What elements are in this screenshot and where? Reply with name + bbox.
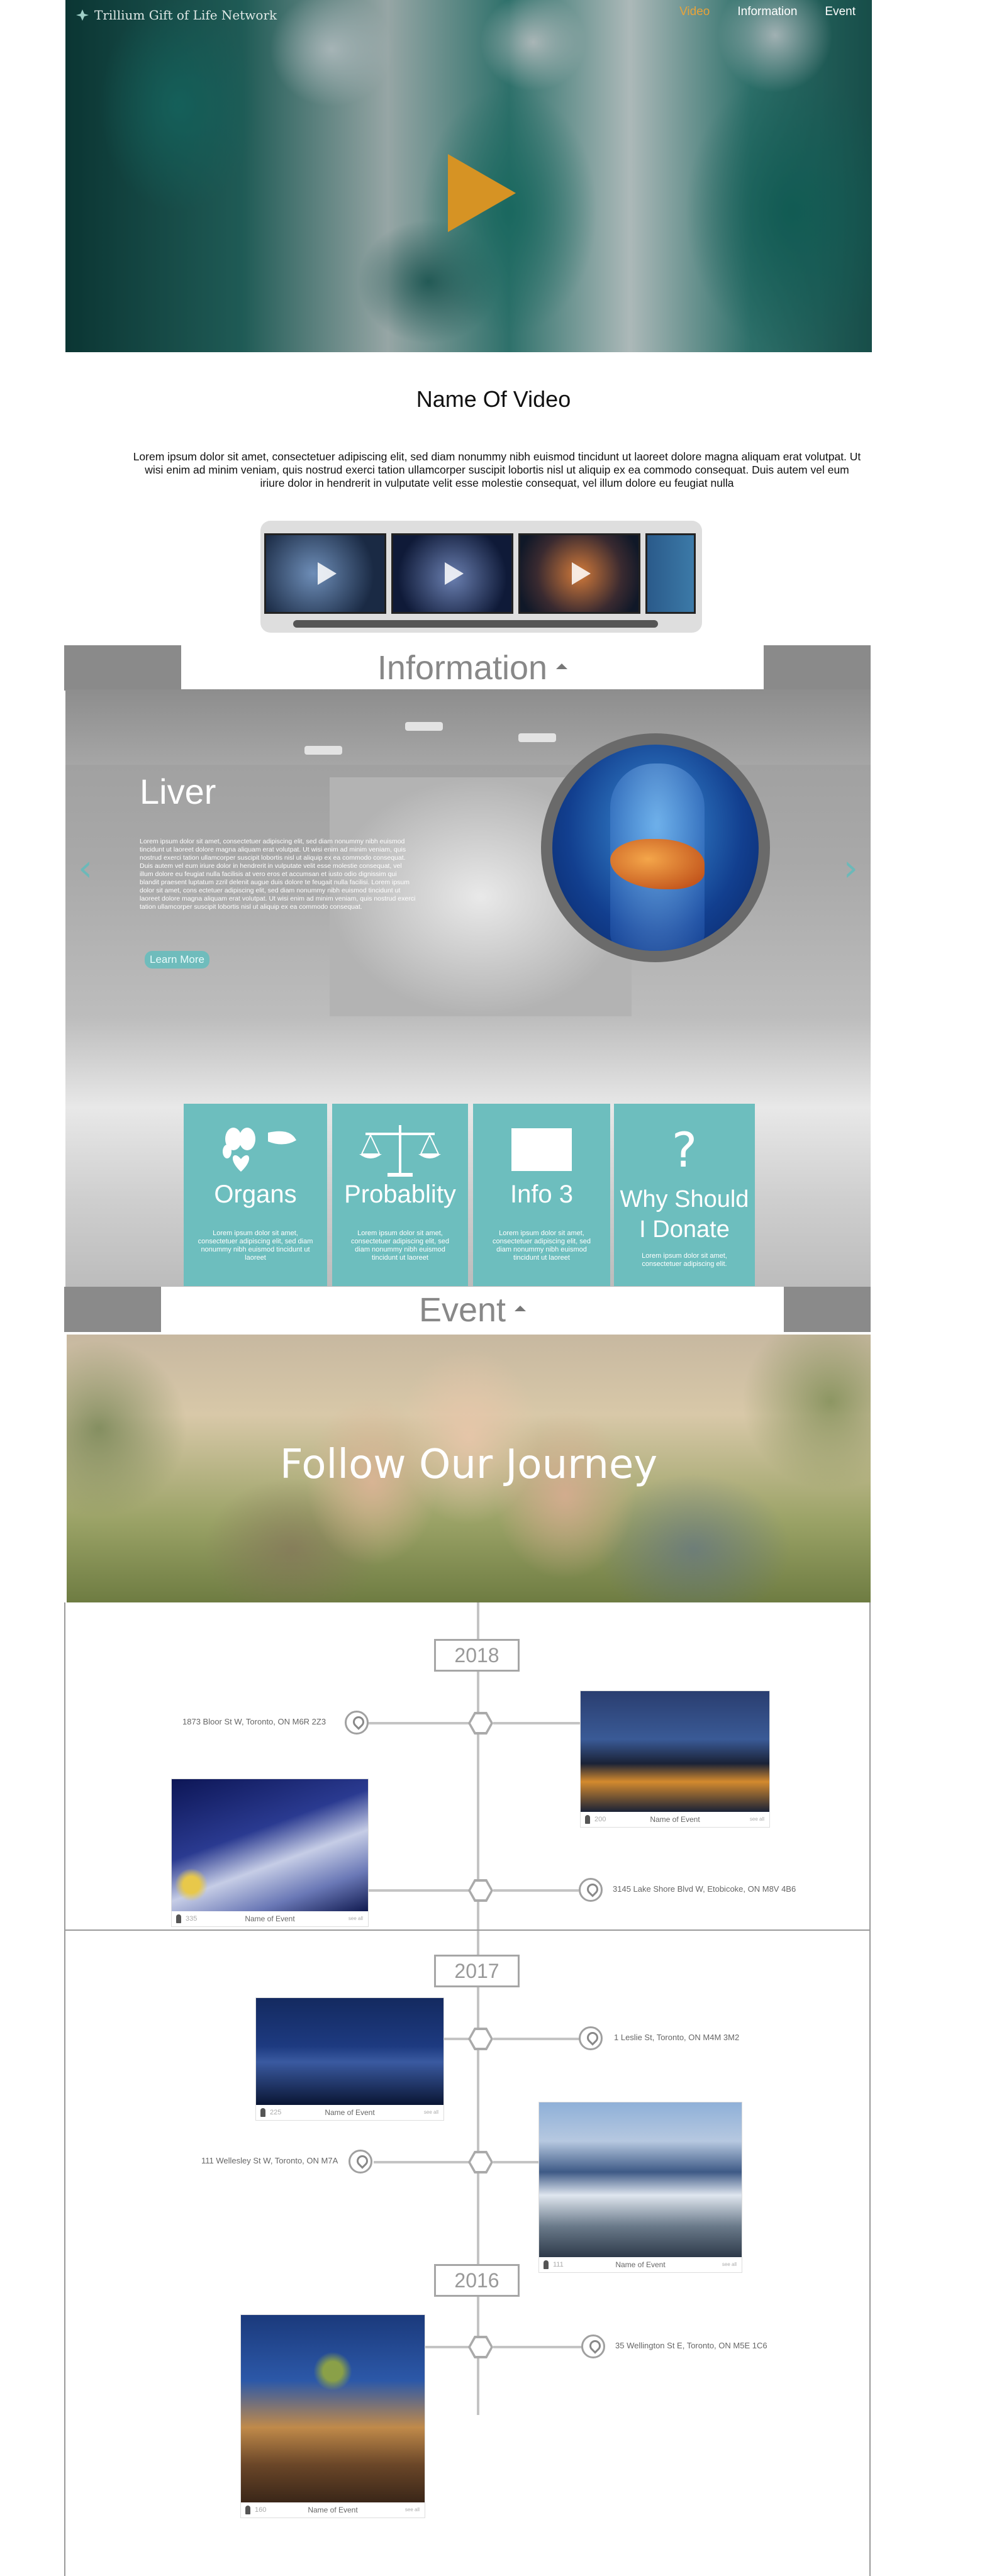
- card-text: Lorem ipsum dolor sit amet, consectetuer…: [351, 1230, 449, 1262]
- location-pin-icon[interactable]: [349, 2150, 372, 2174]
- event-image: [539, 2102, 742, 2257]
- event-image: [581, 1691, 769, 1812]
- event-card[interactable]: 160 Name of Event see all: [240, 2314, 425, 2518]
- card-title: Why Should I Donate: [620, 1186, 749, 1243]
- card-text: Lorem ipsum dolor sit amet, consectetuer…: [493, 1230, 591, 1262]
- card-info-3[interactable]: Info 3 Lorem ipsum dolor sit amet, conse…: [473, 1104, 610, 1286]
- nav-information[interactable]: Information: [737, 5, 797, 19]
- learn-more-button[interactable]: Learn More: [145, 951, 209, 969]
- trillium-logo-icon: [76, 9, 89, 21]
- brand-name: Trillium Gift of Life Network: [94, 8, 277, 23]
- organs-icon: [184, 1121, 327, 1178]
- event-name: Name of Event: [615, 2260, 666, 2269]
- card-text: Lorem ipsum dolor sit amet, consectetuer…: [642, 1252, 727, 1268]
- nav-video[interactable]: Video: [679, 5, 710, 19]
- event-address: 35 Wellington St E, Toronto, ON M5E 1C6: [615, 2341, 767, 2350]
- carousel-prev-icon[interactable]: ‹: [78, 847, 92, 889]
- organ-image: [541, 733, 770, 962]
- location-pin-icon[interactable]: [579, 1878, 603, 1902]
- play-icon[interactable]: [448, 154, 516, 232]
- event-address: 1873 Bloor St W, Toronto, ON M6R 2Z3: [182, 1717, 326, 1726]
- event-image: [172, 1779, 368, 1911]
- card-text: Lorem ipsum dolor sit amet, consectetuer…: [198, 1230, 313, 1262]
- event-address: 1 Leslie St, Toronto, ON M4M 3M2: [614, 2033, 740, 2042]
- event-card[interactable]: 335 Name of Event see all: [171, 1779, 369, 1927]
- card-probablity[interactable]: Probablity Lorem ipsum dolor sit amet, c…: [332, 1104, 468, 1286]
- video-player[interactable]: Trillium Gift of Life Network Video Info…: [65, 0, 872, 352]
- journey-banner: Follow Our Journey: [67, 1335, 871, 1602]
- year-badge: 2017: [434, 1955, 520, 1987]
- card-title: Probablity: [344, 1180, 456, 1208]
- event-heading[interactable]: Event: [161, 1287, 784, 1332]
- placeholder-icon: [473, 1121, 610, 1178]
- event-address: 111 Wellesley St W, Toronto, ON M7A: [201, 2156, 338, 2165]
- location-pin-icon[interactable]: [345, 1711, 369, 1735]
- caret-up-icon: [515, 1306, 527, 1312]
- video-thumbnail[interactable]: [264, 533, 386, 614]
- video-thumbnail-strip[interactable]: [260, 521, 702, 633]
- card-organs[interactable]: Organs Lorem ipsum dolor sit amet, conse…: [184, 1104, 327, 1286]
- carousel-next-icon[interactable]: ›: [844, 847, 858, 889]
- scales-icon: [332, 1121, 468, 1178]
- brand[interactable]: Trillium Gift of Life Network: [75, 8, 277, 23]
- thumbnail-scrollbar[interactable]: [293, 620, 658, 628]
- event-name: Name of Event: [325, 2108, 375, 2117]
- card-why-donate[interactable]: ? Why Should I Donate Lorem ipsum dolor …: [614, 1104, 755, 1286]
- event-image: [241, 2315, 425, 2502]
- play-icon: [572, 562, 591, 585]
- video-thumbnail[interactable]: [391, 533, 513, 614]
- video-thumbnail[interactable]: [518, 533, 640, 614]
- play-icon: [445, 562, 464, 585]
- journey-title: Follow Our Journey: [279, 1441, 658, 1488]
- video-title: Name Of Video: [416, 386, 571, 412]
- event-image: [256, 1998, 443, 2105]
- event-name: Name of Event: [650, 1815, 700, 1824]
- slide-text: Lorem ipsum dolor sit amet, consectetuer…: [140, 838, 416, 911]
- location-pin-icon[interactable]: [581, 2334, 605, 2358]
- caret-up-icon: [556, 663, 568, 670]
- slide-title: Liver: [140, 772, 216, 811]
- nav-event[interactable]: Event: [825, 5, 856, 19]
- event-card[interactable]: 225 Name of Event see all: [255, 1997, 444, 2121]
- card-title: Info 3: [510, 1180, 574, 1208]
- event-card[interactable]: 200 Name of Event see all: [580, 1690, 770, 1828]
- event-address: 3145 Lake Shore Blvd W, Etobicoke, ON M8…: [613, 1884, 796, 1894]
- year-badge: 2016: [434, 2264, 520, 2297]
- location-pin-icon[interactable]: [579, 2026, 603, 2050]
- timeline-2017-2016: [64, 1931, 871, 2576]
- event-name: Name of Event: [308, 2506, 358, 2514]
- information-heading[interactable]: Information: [181, 645, 764, 689]
- event-name: Name of Event: [245, 1914, 295, 1923]
- video-thumbnail[interactable]: [645, 533, 696, 614]
- video-description: Lorem ipsum dolor sit amet, consectetuer…: [133, 450, 861, 489]
- year-badge: 2018: [434, 1639, 520, 1672]
- card-title: Organs: [214, 1180, 297, 1208]
- event-card[interactable]: 111 Name of Event see all: [538, 2102, 742, 2273]
- question-icon: ?: [671, 1121, 698, 1178]
- main-nav: Video Information Event: [679, 5, 856, 19]
- play-icon: [318, 562, 337, 585]
